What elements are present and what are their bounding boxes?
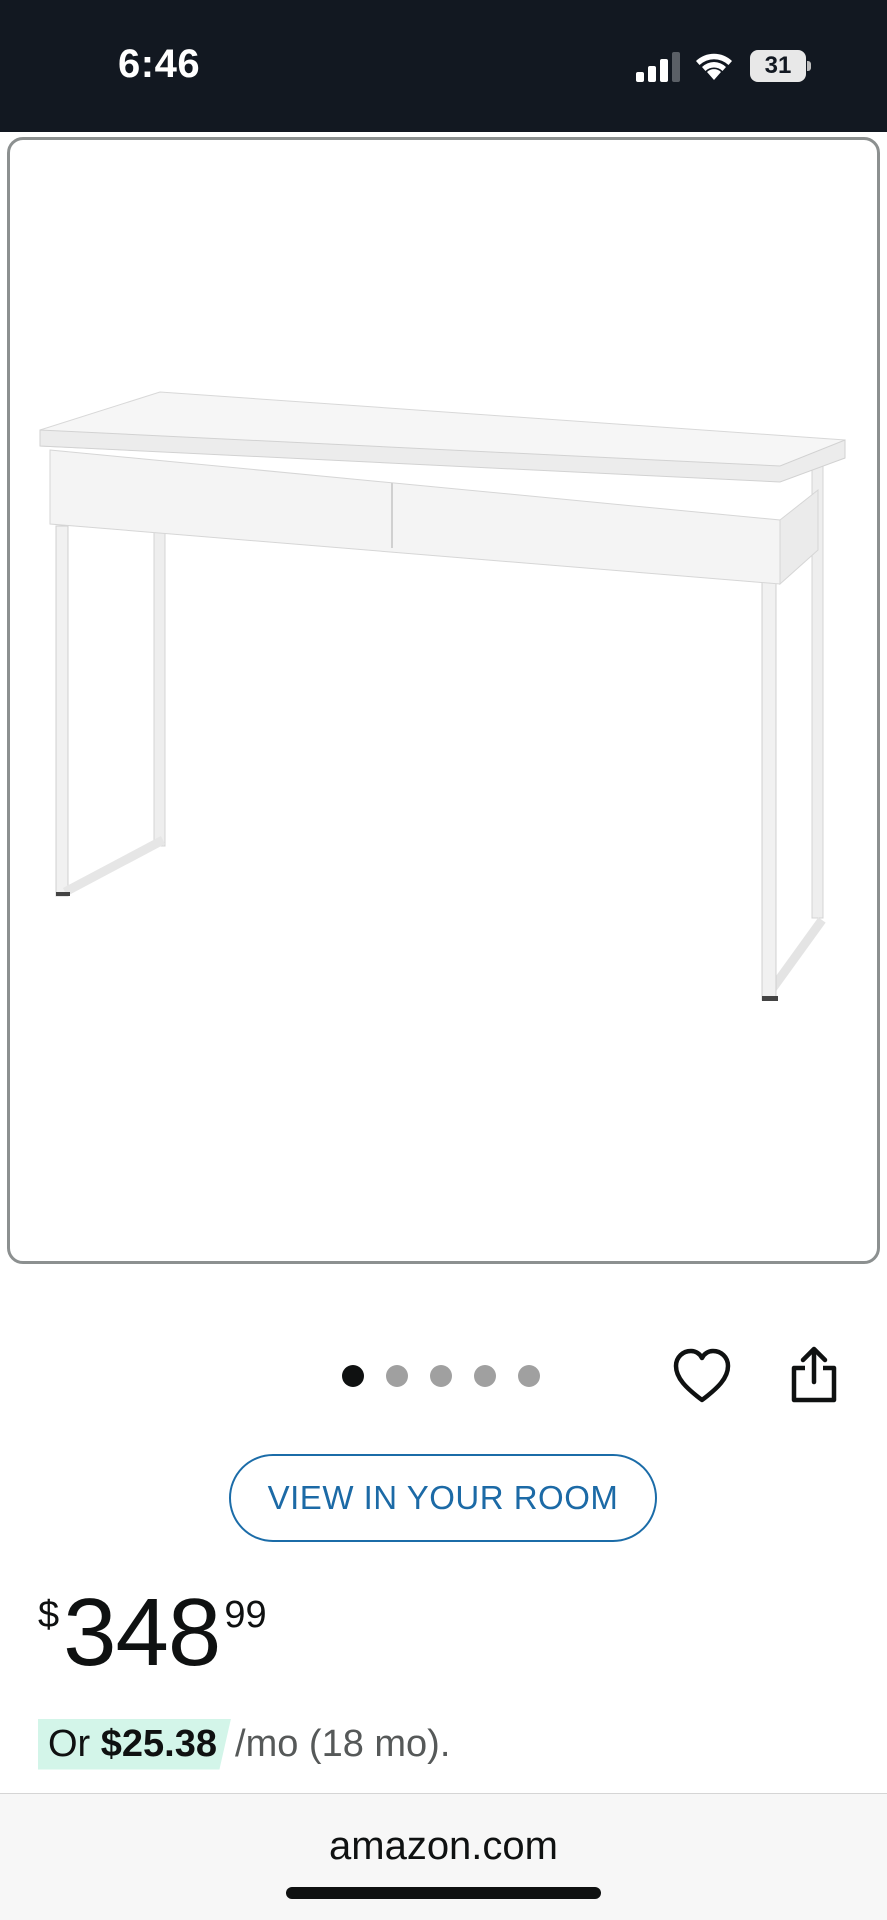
heart-outline-icon[interactable] (672, 1348, 732, 1404)
view-in-your-room-button[interactable]: VIEW IN YOUR ROOM (229, 1454, 657, 1542)
carousel-dot[interactable] (430, 1365, 452, 1387)
carousel-dot[interactable] (518, 1365, 540, 1387)
cellular-signal-icon (636, 52, 680, 82)
product-price: $ 348 99 (38, 1578, 267, 1688)
wifi-icon (696, 53, 732, 80)
image-carousel-dots (342, 1365, 540, 1389)
price-fraction: 99 (224, 1594, 267, 1636)
product-image-frame[interactable] (7, 137, 880, 1264)
price-whole: 348 (63, 1579, 221, 1686)
price-currency-symbol: $ (38, 1594, 60, 1636)
carousel-dot[interactable] (386, 1365, 408, 1387)
url-label[interactable]: amazon.com (0, 1824, 887, 1869)
white-desk-two-drawers-image (39, 391, 846, 1001)
status-bar: 6:46 31 (0, 0, 887, 132)
share-icon[interactable] (788, 1346, 840, 1404)
installment-prefix: Or (48, 1722, 101, 1765)
status-time: 6:46 (118, 42, 201, 86)
carousel-dot[interactable] (342, 1365, 364, 1387)
home-indicator[interactable] (286, 1887, 601, 1899)
browser-address-bar[interactable]: amazon.com (0, 1793, 887, 1920)
installment-offer[interactable]: Or $25.38 /mo (18 mo). (38, 1718, 450, 1770)
battery-icon: 31 (750, 50, 811, 82)
installment-amount: $25.38 (100, 1722, 218, 1765)
battery-level: 31 (764, 52, 792, 79)
installment-term: /mo (18 mo). (235, 1722, 451, 1765)
carousel-dot[interactable] (474, 1365, 496, 1387)
installment-highlight: Or $25.38 (38, 1718, 232, 1770)
